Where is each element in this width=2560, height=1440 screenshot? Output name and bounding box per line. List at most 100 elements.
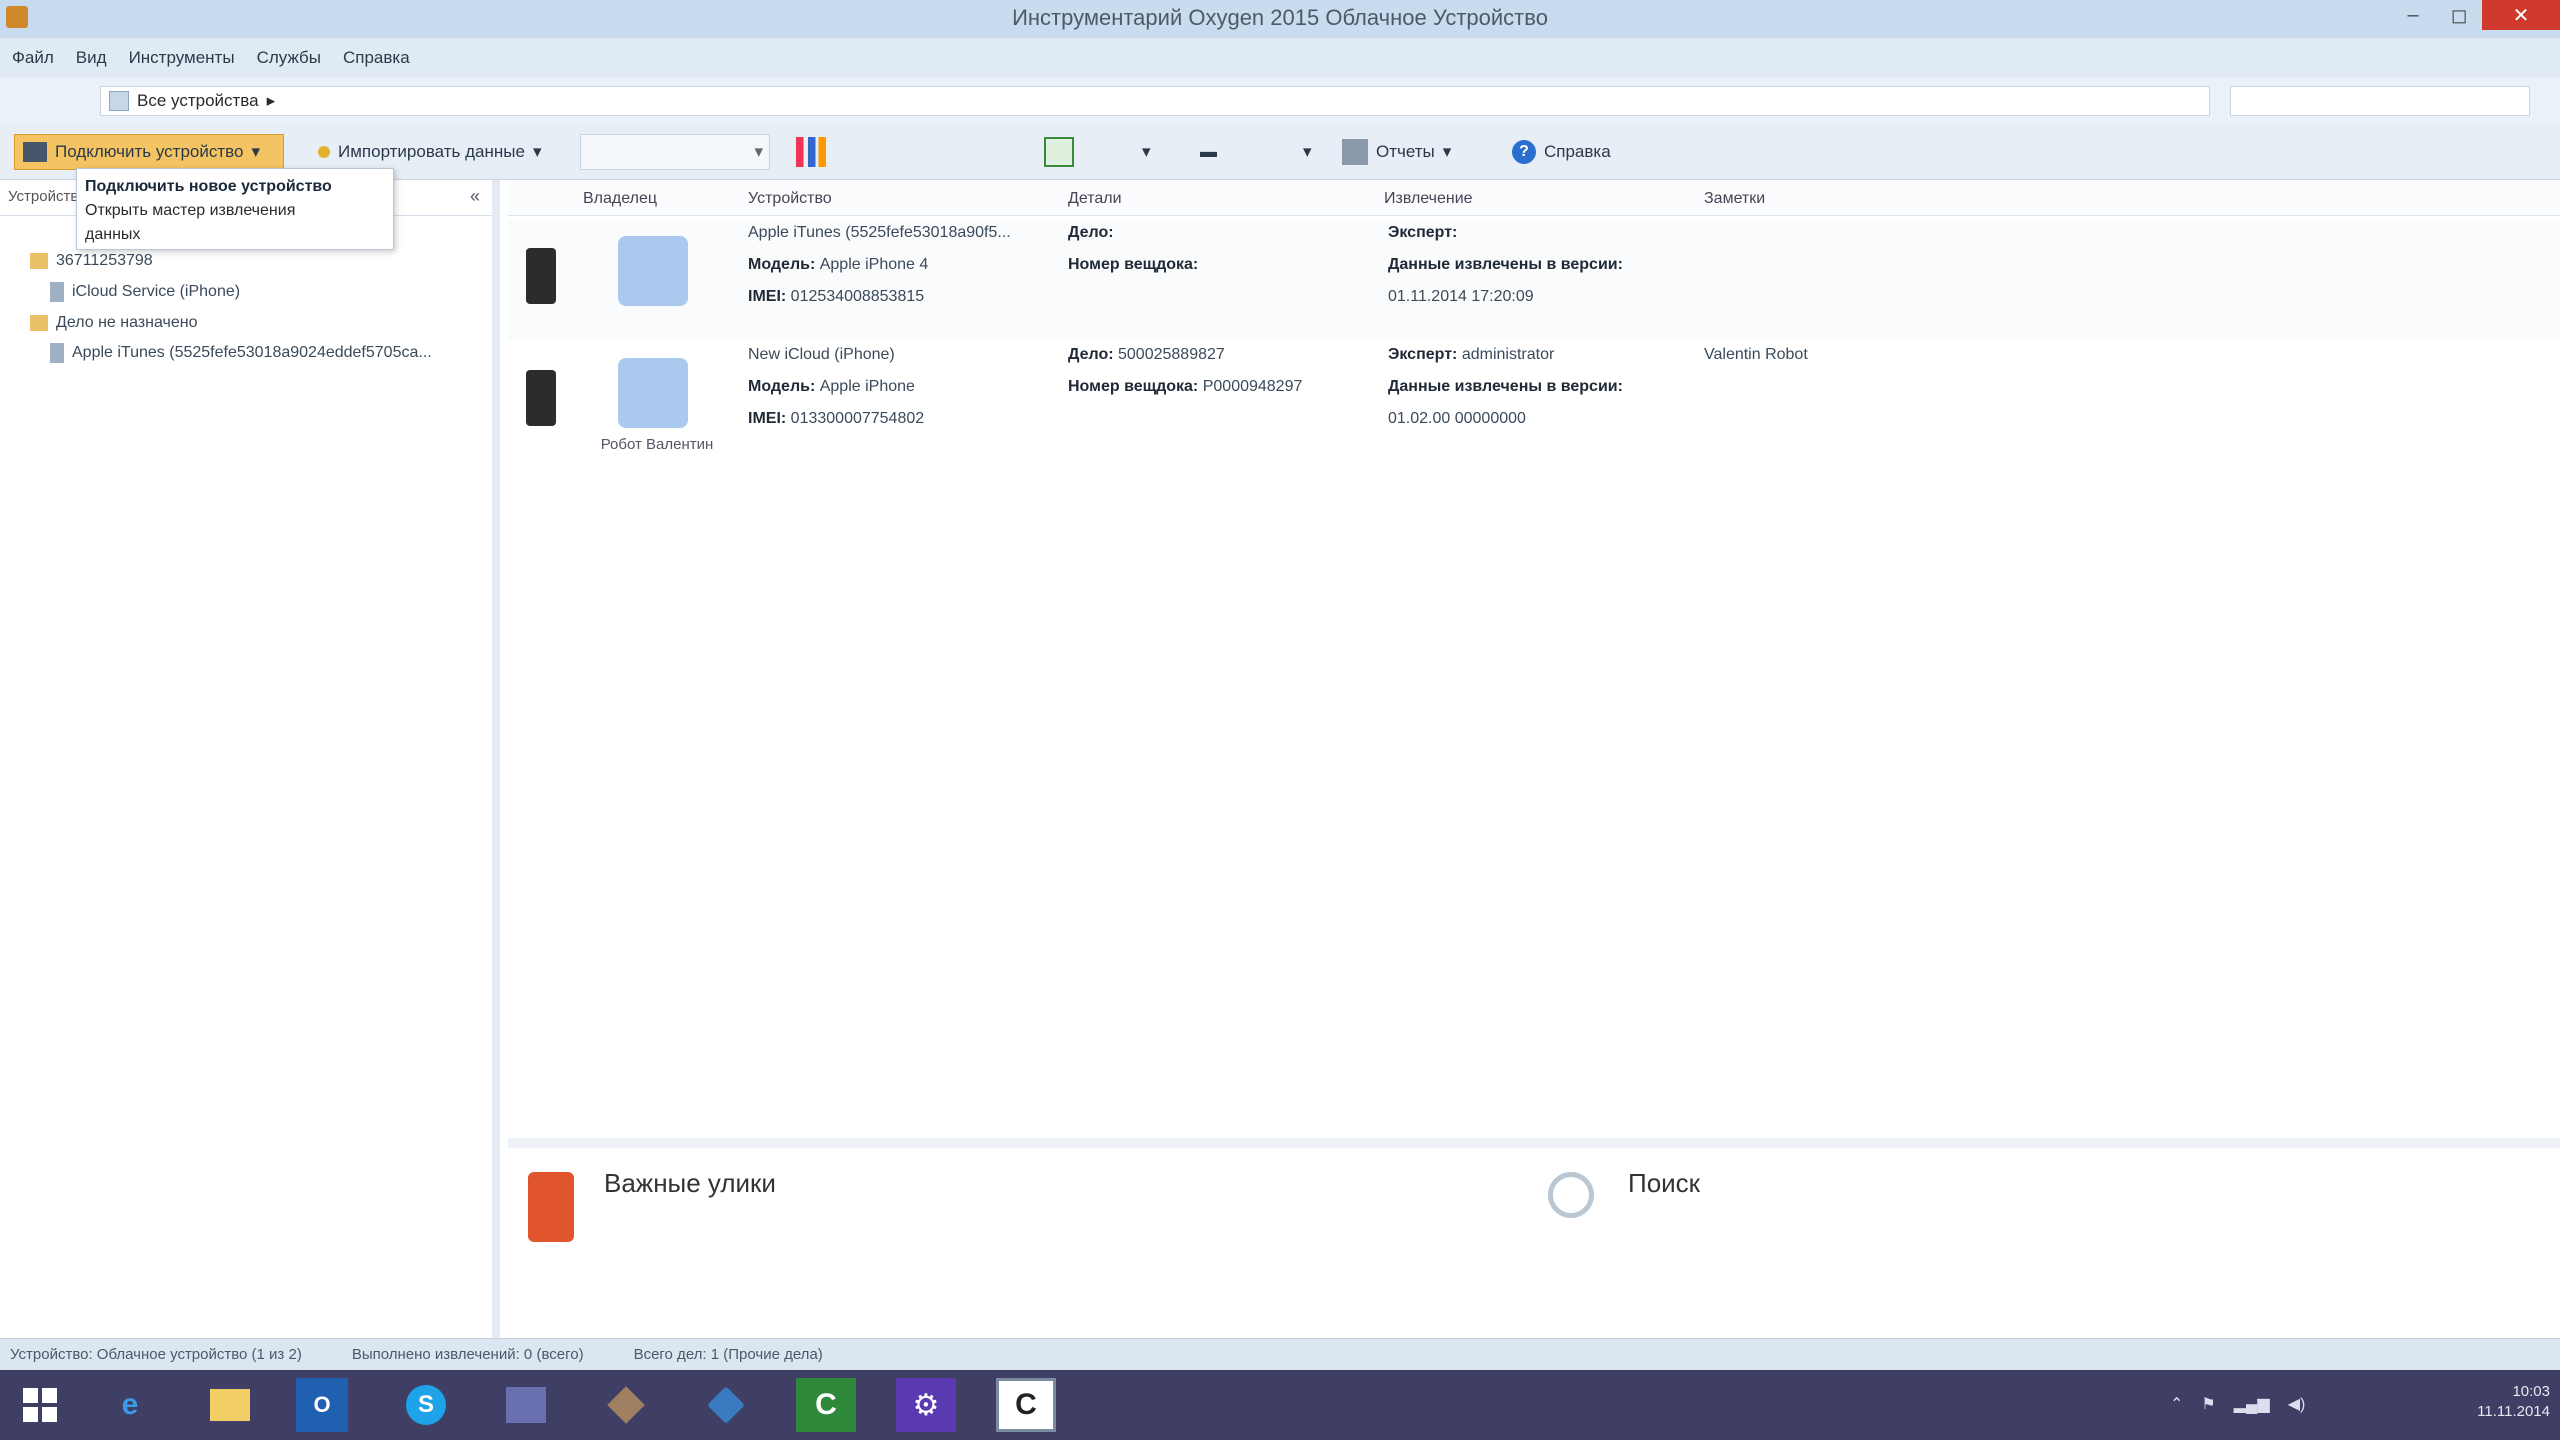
device-row[interactable]: Робот Валентин New iCloud (iPhone) Модел… — [508, 342, 2560, 462]
device-name: Apple iTunes (5525fefe53018a90f5... — [748, 224, 1011, 241]
chevron-up-icon[interactable]: ⌃ — [2170, 1394, 2183, 1414]
chevron-down-icon[interactable]: ▾ — [533, 142, 542, 162]
collapse-icon[interactable]: « — [470, 186, 480, 207]
import-data-button[interactable]: Импортировать данные ▾ — [312, 134, 542, 170]
device-row[interactable]: Apple iTunes (5525fefe53018a90f5... Моде… — [508, 220, 2560, 340]
taskbar-settings[interactable]: ⚙ — [896, 1378, 956, 1432]
tool-icon: ▬ — [1200, 142, 1217, 161]
menu-help[interactable]: Справка — [343, 48, 410, 68]
clock[interactable]: 10:03 11.11.2014 — [2430, 1382, 2550, 1422]
statistics-button[interactable] — [796, 134, 836, 170]
close-button[interactable]: ✕ — [2482, 0, 2560, 30]
device-case: Дело: 500025889827 — [1068, 346, 1225, 363]
volume-icon[interactable]: ◀) — [2288, 1394, 2306, 1414]
tree-item-icloud[interactable]: iCloud Service (iPhone) — [50, 277, 240, 307]
menu-tools[interactable]: Инструменты — [129, 48, 235, 68]
folder-icon — [30, 253, 48, 269]
tools-button[interactable]: ▬ ▾ — [1200, 134, 1312, 170]
chart-icon — [796, 137, 826, 167]
phone-icon — [526, 248, 556, 304]
internet-explorer-icon: e — [121, 1388, 139, 1421]
device-extracted-date: 01.02.00 00000000 — [1388, 410, 1526, 427]
column-notes[interactable]: Заметки — [1704, 190, 1765, 208]
owner-caption: Робот Валентин — [600, 436, 714, 453]
tree-item-itunes[interactable]: Apple iTunes (5525fefe53018a9024eddef570… — [50, 338, 432, 368]
taskbar-media[interactable] — [496, 1378, 556, 1432]
menu-bar: Файл Вид Инструменты Службы Справка — [0, 38, 2560, 78]
taskbar-file-explorer[interactable] — [200, 1378, 260, 1432]
chevron-down-icon[interactable]: ▾ — [251, 142, 260, 162]
folder-icon — [30, 315, 48, 331]
breadcrumb-all-devices[interactable]: Все устройства — [137, 91, 259, 111]
devices-grid-header: Владелец Устройство Детали Извлечение За… — [508, 180, 2560, 216]
filter-combo[interactable]: ▾ — [580, 134, 770, 170]
column-device[interactable]: Устройство — [748, 190, 832, 208]
minimize-button[interactable]: – — [2390, 0, 2436, 30]
taskbar-skype[interactable]: S — [396, 1378, 456, 1432]
search-input[interactable] — [2230, 86, 2530, 116]
chevron-down-icon[interactable]: ▾ — [1142, 142, 1151, 162]
gear-icon: ⚙ — [912, 1388, 940, 1422]
connect-device-button[interactable]: Подключить устройство ▾ — [14, 134, 284, 170]
tree-item-case[interactable]: 36711253798 — [30, 246, 153, 276]
chevron-right-icon[interactable]: ▸ — [267, 91, 276, 111]
import-icon — [318, 146, 330, 158]
device-extracted-version: Данные извлечены в версии: — [1388, 378, 1623, 395]
chevron-down-icon[interactable]: ▾ — [754, 142, 763, 162]
column-extraction[interactable]: Извлечение — [1384, 190, 1473, 208]
window-title: Инструментарий Oxygen 2015 Облачное Устр… — [1012, 5, 1548, 30]
chevron-down-icon[interactable]: ▾ — [1303, 142, 1312, 162]
menu-item-connect-new[interactable]: Подключить новое устройство — [85, 175, 385, 199]
camtasia-icon: C — [815, 1388, 837, 1421]
taskbar-outlook[interactable]: O — [296, 1378, 348, 1432]
breadcrumb[interactable]: Все устройства ▸ — [100, 86, 2210, 116]
device-expert: Эксперт: — [1388, 224, 1458, 241]
menu-item-extraction-wizard[interactable]: Открыть мастер извлечения — [85, 199, 385, 223]
column-details[interactable]: Детали — [1068, 190, 1122, 208]
folder-icon — [210, 1389, 250, 1421]
menu-services[interactable]: Службы — [257, 48, 321, 68]
taskbar-camtasia-recorder[interactable]: C — [996, 1378, 1056, 1432]
skype-icon: S — [406, 1385, 446, 1425]
search-link[interactable]: Поиск — [1628, 1168, 1700, 1199]
device-model: Модель: Apple iPhone 4 — [748, 256, 929, 273]
taskbar-internet-explorer[interactable]: e — [100, 1378, 160, 1432]
taskbar-visual-studio[interactable] — [696, 1378, 756, 1432]
network-icon[interactable]: ▂▄▆ — [2234, 1394, 2270, 1414]
device-imei: IMEI: 013300007754802 — [748, 410, 925, 427]
status-extractions: Выполнено извлечений: 0 (всего) — [351, 1346, 584, 1363]
tree-item-unassigned[interactable]: Дело не назначено — [30, 308, 197, 338]
chevron-down-icon[interactable]: ▾ — [1443, 142, 1452, 162]
system-tray: ⌃ ⚑ ▂▄▆ ◀) — [2170, 1384, 2305, 1424]
device-case: Дело: — [1068, 224, 1114, 241]
reports-button[interactable]: Отчеты ▾ — [1342, 134, 1482, 170]
menu-view[interactable]: Вид — [76, 48, 107, 68]
phone-icon — [50, 343, 64, 363]
important-evidence-link[interactable]: Важные улики — [604, 1168, 776, 1199]
outlook-icon: O — [313, 1392, 331, 1417]
taskbar-tools[interactable] — [596, 1378, 656, 1432]
status-device: Устройство: Облачное устройство (1 из 2) — [10, 1346, 302, 1363]
start-button[interactable] — [10, 1378, 70, 1432]
report-icon — [1342, 139, 1368, 165]
device-name: New iCloud (iPhone) — [748, 346, 895, 363]
device-expert: Эксперт: administrator — [1388, 346, 1555, 363]
help-button[interactable]: ? Справка — [1512, 134, 1632, 170]
device-evidence: Номер вещдока: — [1068, 256, 1199, 273]
menu-file[interactable]: Файл — [12, 48, 54, 68]
export-button[interactable]: ▾ — [1044, 134, 1184, 170]
devices-icon — [109, 91, 129, 111]
device-evidence: Номер вещдока: P0000948297 — [1068, 378, 1303, 395]
help-icon: ? — [1512, 140, 1536, 164]
device-extracted-date: 01.11.2014 17:20:09 — [1388, 288, 1534, 305]
address-bar: Все устройства ▸ — [0, 78, 2560, 124]
menu-item-extraction-wizard-cont[interactable]: данных — [85, 223, 385, 247]
column-owner[interactable]: Владелец — [583, 190, 657, 208]
owner-photo — [618, 236, 688, 306]
maximize-button[interactable]: ◻ — [2436, 0, 2482, 30]
taskbar-camtasia[interactable]: C — [796, 1378, 856, 1432]
phone-icon — [526, 370, 556, 426]
flag-icon[interactable]: ⚑ — [2201, 1394, 2215, 1414]
media-icon — [506, 1387, 546, 1423]
phone-icon — [50, 282, 64, 302]
